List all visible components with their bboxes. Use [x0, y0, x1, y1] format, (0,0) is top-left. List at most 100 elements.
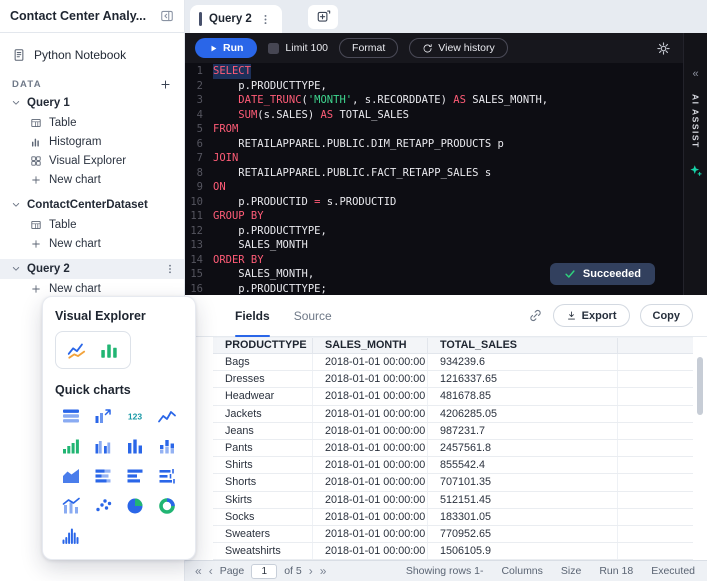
line-number: 15: [185, 267, 203, 282]
limit-100-toggle[interactable]: Limit 100: [268, 42, 328, 54]
status-text: Succeeded: [583, 268, 641, 280]
chevron-down-icon[interactable]: [10, 97, 22, 109]
next-page-button[interactable]: ›: [309, 565, 313, 577]
column-header-sales-month[interactable]: SALES_MONTH: [313, 338, 428, 353]
code-line[interactable]: FROM: [213, 122, 238, 137]
code-line[interactable]: ON: [213, 180, 226, 195]
view-history-button[interactable]: View history: [409, 38, 507, 58]
quick-chart-bullet[interactable]: [151, 465, 183, 487]
settings-gear-icon[interactable]: [656, 41, 671, 56]
code-line[interactable]: SALES_MONTH: [213, 238, 308, 253]
visual-explorer-button[interactable]: [55, 331, 131, 369]
run-button[interactable]: Run: [195, 38, 257, 58]
quick-chart-scatter[interactable]: [87, 495, 119, 517]
run-count-label[interactable]: Run 18: [599, 565, 633, 577]
column-header-producttype[interactable]: PRODUCTTYPE: [213, 338, 313, 353]
last-page-button[interactable]: »: [320, 565, 327, 577]
quick-chart-bar-growth[interactable]: [55, 435, 87, 457]
plus-icon: [30, 283, 42, 295]
table-row[interactable]: Sweatshirts2018-01-01 00:00:001506105.9: [213, 543, 693, 560]
code-line[interactable]: RETAILAPPAREL.PUBLIC.DIM_RETAPP_PRODUCTS…: [213, 137, 504, 152]
sidebar-item-visual-explorer[interactable]: Visual Explorer: [0, 151, 184, 170]
quick-chart-stacked-rows[interactable]: [87, 465, 119, 487]
link-icon[interactable]: [528, 308, 543, 323]
quick-chart-rows[interactable]: [119, 465, 151, 487]
quick-chart-table[interactable]: [55, 405, 87, 427]
code-line[interactable]: SUM(s.SALES) AS TOTAL_SALES: [213, 108, 409, 123]
code-line[interactable]: ORDER BY: [213, 253, 264, 268]
collapse-ai-panel-icon[interactable]: «: [692, 69, 698, 80]
table-row[interactable]: Shirts2018-01-01 00:00:00855542.4: [213, 457, 693, 474]
quick-chart-donut[interactable]: [151, 495, 183, 517]
table-row[interactable]: Jeans2018-01-01 00:00:00987231.7: [213, 423, 693, 440]
code-line[interactable]: GROUP BY: [213, 209, 264, 224]
table-row[interactable]: Socks2018-01-01 00:00:00183301.05: [213, 509, 693, 526]
quick-chart-histogram[interactable]: [55, 525, 87, 547]
quick-chart-pie[interactable]: [119, 495, 151, 517]
table-row[interactable]: Skirts2018-01-01 00:00:00512151.45: [213, 492, 693, 509]
tab-query-2[interactable]: Query 2: [190, 5, 282, 33]
quick-chart-number[interactable]: 123: [119, 405, 151, 427]
collapse-sidebar-icon[interactable]: [160, 9, 174, 23]
quick-chart-stacked-columns[interactable]: [151, 435, 183, 457]
code-line[interactable]: RETAILAPPAREL.PUBLIC.FACT_RETAPP_SALES s: [213, 166, 491, 181]
sidebar-item-query-1[interactable]: Query 1: [0, 93, 184, 113]
code-line[interactable]: SELECT: [213, 64, 251, 79]
sidebar-item-new-chart[interactable]: New chart: [0, 170, 184, 189]
code-line[interactable]: p.PRODUCTTYPE;: [213, 282, 327, 296]
sql-editor[interactable]: 1SELECT2 p.PRODUCTTYPE,3 DATE_TRUNC('MON…: [185, 63, 683, 295]
item-menu-icon[interactable]: [164, 263, 176, 275]
table-row[interactable]: Dresses2018-01-01 00:00:001216337.65: [213, 371, 693, 388]
tab-menu-icon[interactable]: [259, 13, 272, 26]
column-header-total-sales[interactable]: TOTAL_SALES: [428, 338, 618, 353]
sidebar-item-contactcenterdataset[interactable]: ContactCenterDataset: [0, 195, 184, 215]
sidebar-item-table[interactable]: Table: [0, 215, 184, 234]
scrollbar[interactable]: [697, 357, 703, 415]
histogram-chart-icon: [61, 526, 81, 546]
code-line[interactable]: JOIN: [213, 151, 238, 166]
quick-chart-combo[interactable]: [55, 495, 87, 517]
sidebar-item-new-chart[interactable]: New chart: [0, 234, 184, 253]
table-row[interactable]: Jackets2018-01-01 00:00:004206285.05: [213, 406, 693, 423]
chevron-down-icon[interactable]: [10, 199, 22, 211]
table-row[interactable]: Headwear2018-01-01 00:00:00481678.85: [213, 388, 693, 405]
code-line[interactable]: p.PRODUCTTYPE,: [213, 79, 327, 94]
workspace-title: Contact Center Analy...: [10, 9, 154, 23]
size-label[interactable]: Size: [561, 565, 581, 577]
table-cell: 2018-01-01 00:00:00: [313, 492, 428, 508]
executed-label[interactable]: Executed: [651, 565, 695, 577]
copy-button[interactable]: Copy: [640, 304, 694, 327]
quick-chart-area[interactable]: [55, 465, 87, 487]
tab-fields[interactable]: Fields: [235, 309, 270, 323]
new-tab-button[interactable]: [308, 5, 338, 29]
table-cell: 4206285.05: [428, 406, 618, 422]
format-button[interactable]: Format: [339, 38, 398, 58]
sidebar-item-table[interactable]: Table: [0, 113, 184, 132]
tab-source[interactable]: Source: [294, 309, 332, 323]
sidebar-item-python-notebook[interactable]: Python Notebook: [0, 43, 184, 67]
table-row[interactable]: Bags2018-01-01 00:00:00934239.6: [213, 354, 693, 371]
chevron-down-icon[interactable]: [10, 263, 22, 275]
table-row[interactable]: Pants2018-01-01 00:00:002457561.8: [213, 440, 693, 457]
sidebar-item-histogram[interactable]: Histogram: [0, 132, 184, 151]
sidebar-item-query-2[interactable]: Query 2: [0, 259, 184, 279]
code-line[interactable]: DATE_TRUNC('MONTH', s.RECORDDATE) AS SAL…: [213, 93, 548, 108]
columns-label[interactable]: Columns: [501, 565, 542, 577]
first-page-button[interactable]: «: [195, 565, 202, 577]
scatter-chart-icon: [93, 496, 113, 516]
code-line[interactable]: SALES_MONTH,: [213, 267, 314, 282]
quick-chart-columns[interactable]: [119, 435, 151, 457]
table-row[interactable]: Shorts2018-01-01 00:00:00707101.35: [213, 474, 693, 491]
page-input[interactable]: [251, 564, 277, 579]
export-button[interactable]: Export: [553, 304, 630, 327]
quick-chart-grouped-columns[interactable]: [87, 435, 119, 457]
prev-page-button[interactable]: ‹: [209, 565, 213, 577]
quick-chart-pivot[interactable]: [87, 405, 119, 427]
limit-checkbox[interactable]: [268, 43, 279, 54]
quick-chart-line[interactable]: [151, 405, 183, 427]
code-line[interactable]: p.PRODUCTTYPE,: [213, 224, 327, 239]
ai-sparkle-icon[interactable]: [688, 163, 703, 178]
add-data-button[interactable]: [159, 78, 172, 91]
table-row[interactable]: Sweaters2018-01-01 00:00:00770952.65: [213, 526, 693, 543]
code-line[interactable]: p.PRODUCTID = s.PRODUCTID: [213, 195, 396, 210]
